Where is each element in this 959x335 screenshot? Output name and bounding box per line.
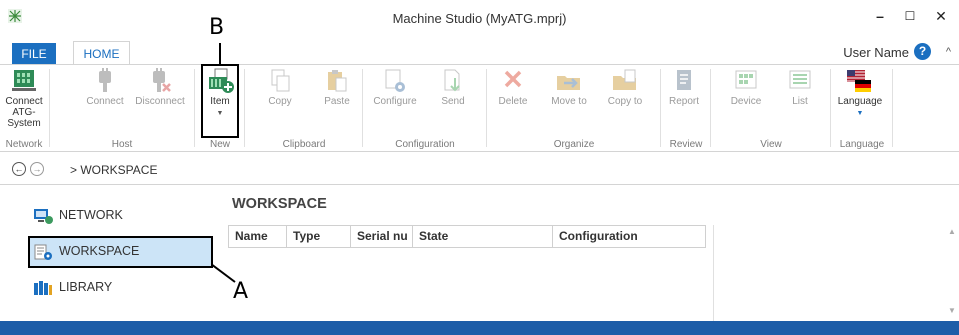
callout-box-a (28, 236, 213, 268)
close-button[interactable]: ✕ (930, 6, 952, 26)
title-bar: Machine Studio (MyATG.mprj) – ☐ ✕ (0, 0, 959, 36)
group-separator (486, 69, 487, 147)
list-view-button[interactable]: List (782, 67, 818, 135)
paste-button[interactable]: Paste (318, 67, 356, 135)
table-header: Name Type Serial nu State Configuration (228, 225, 706, 248)
group-label-network: Network (5, 139, 43, 150)
window-title: Machine Studio (MyATG.mprj) (392, 11, 567, 26)
callout-line-b (219, 43, 221, 65)
report-button[interactable]: Report (664, 67, 704, 135)
group-separator (49, 69, 50, 147)
scroll-up-icon[interactable]: ▲ (948, 227, 956, 236)
network-connect-icon (12, 70, 36, 91)
tab-file[interactable]: FILE (12, 43, 56, 66)
address-bar: ← → > WORKSPACE (0, 157, 959, 185)
library-icon (34, 281, 52, 295)
group-label-organize: Organize (553, 139, 595, 150)
group-label-configuration: Configuration (395, 139, 455, 150)
page-title: WORKSPACE (232, 196, 327, 212)
device-view-button[interactable]: Device (726, 67, 766, 135)
column-header-state[interactable]: State (413, 226, 553, 247)
list-label: List (792, 96, 808, 107)
callout-label-b: B (209, 15, 225, 40)
group-label-view: View (760, 139, 782, 150)
copy-label: Copy (268, 96, 292, 107)
delete-button[interactable]: Delete (494, 67, 532, 135)
send-button[interactable]: Send (436, 67, 470, 135)
minimize-button[interactable]: – (869, 6, 891, 26)
callout-label-a: A (233, 279, 249, 304)
column-header-serial-number[interactable]: Serial nu (351, 226, 413, 247)
ribbon-tabs: FILE HOME User Name ? ^ (0, 41, 959, 66)
group-label-new: New (209, 139, 230, 150)
configure-label: Configure (373, 96, 417, 107)
back-button[interactable]: ← (12, 162, 26, 176)
device-view-icon (735, 70, 757, 89)
plug-icon (99, 68, 111, 92)
column-header-type[interactable]: Type (287, 226, 351, 247)
configure-button[interactable]: Configure (368, 67, 422, 135)
group-separator (194, 69, 195, 147)
language-button[interactable]: Language ▼ (834, 67, 886, 135)
group-label-review: Review (669, 139, 703, 150)
user-name[interactable]: User Name (843, 45, 909, 60)
move-to-icon (557, 76, 580, 90)
panel-divider[interactable] (713, 225, 714, 321)
move-to-label: Move to (551, 96, 587, 107)
send-icon (444, 69, 460, 92)
connect-button[interactable]: Connect (84, 67, 126, 135)
report-icon (677, 70, 691, 90)
maximize-button[interactable]: ☐ (899, 6, 921, 26)
group-separator (244, 69, 245, 147)
disconnect-button[interactable]: Disconnect (131, 67, 189, 135)
send-label: Send (441, 96, 465, 107)
status-bar (0, 321, 959, 335)
connect-label: Connect (86, 96, 124, 107)
disconnect-label: Disconnect (135, 96, 185, 107)
sidebar-item-network[interactable]: NETWORK (29, 200, 211, 230)
group-separator (830, 69, 831, 147)
callout-box-b (201, 64, 239, 138)
sidebar-item-library[interactable]: LIBRARY (29, 272, 211, 302)
unplug-icon (153, 68, 171, 92)
tab-home[interactable]: HOME (73, 41, 130, 66)
sidebar-item-label: NETWORK (59, 208, 123, 222)
group-label-language: Language (839, 139, 885, 150)
list-view-icon (789, 70, 811, 89)
delete-label: Delete (498, 96, 528, 107)
group-separator (660, 69, 661, 147)
move-to-button[interactable]: Move to (544, 67, 594, 135)
help-icon[interactable]: ? (914, 43, 931, 60)
forward-button[interactable]: → (30, 162, 44, 176)
connect-atg-system-label: Connect ATG-System (5, 96, 43, 129)
group-separator (710, 69, 711, 147)
ribbon: Connect ATG-System Connect Disconnect It… (0, 64, 959, 152)
paste-icon (328, 70, 347, 92)
sidebar-item-label: LIBRARY (59, 280, 113, 294)
group-label-clipboard: Clipboard (282, 139, 326, 150)
group-separator (362, 69, 363, 147)
device-label: Device (730, 96, 762, 107)
copy-to-icon (613, 69, 636, 90)
column-header-name[interactable]: Name (229, 226, 287, 247)
group-separator (892, 69, 893, 147)
breadcrumb[interactable]: > WORKSPACE (70, 163, 157, 177)
copy-icon (271, 69, 290, 92)
column-header-configuration[interactable]: Configuration (553, 226, 705, 247)
paste-label: Paste (324, 96, 350, 107)
copy-to-label: Copy to (607, 96, 643, 107)
language-label: Language (837, 96, 883, 107)
collapse-ribbon-icon[interactable]: ^ (946, 46, 951, 58)
group-label-host: Host (111, 139, 133, 150)
configure-icon (385, 69, 405, 92)
report-label: Report (668, 96, 699, 107)
copy-to-button[interactable]: Copy to (602, 67, 648, 135)
language-dropdown-arrow[interactable]: ▼ (834, 110, 886, 117)
copy-button[interactable]: Copy (262, 67, 298, 135)
delete-icon (504, 70, 522, 88)
scroll-down-icon[interactable]: ▼ (948, 306, 956, 315)
connect-atg-system-button[interactable]: Connect ATG-System (0, 67, 48, 135)
flag-icon (847, 70, 871, 92)
network-icon (34, 209, 53, 224)
